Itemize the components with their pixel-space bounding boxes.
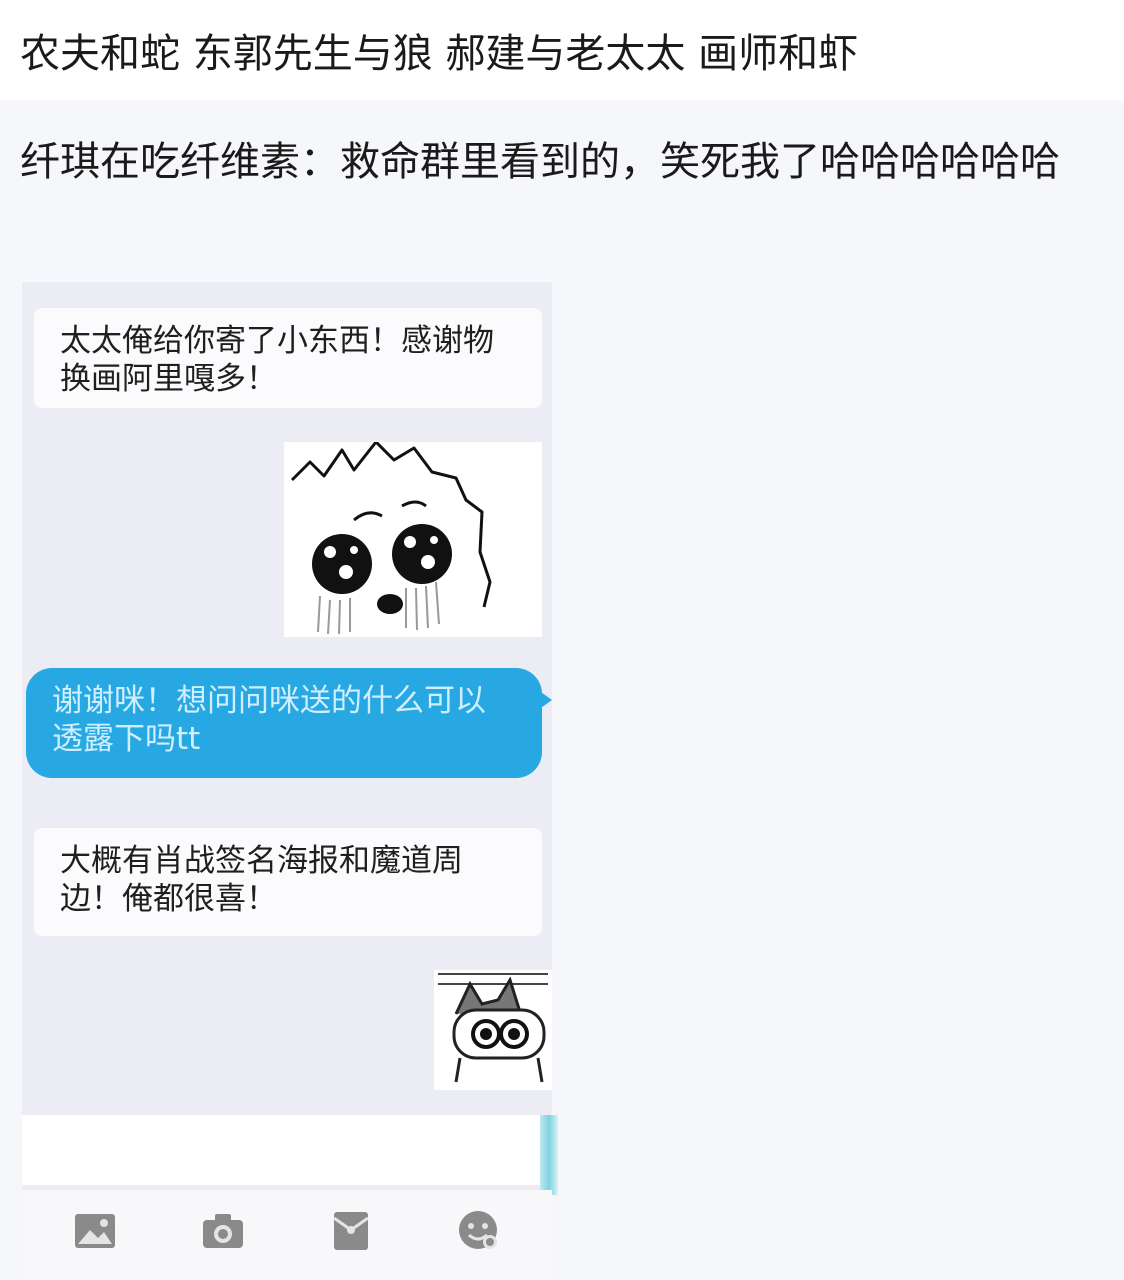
crying-dog-icon: [290, 440, 492, 635]
incoming-message-bubble: 大概有肖战签名海报和魔道周边！俺都很喜！: [34, 828, 542, 936]
crying-dog-sticker[interactable]: [284, 440, 542, 637]
screenshot-edge: [540, 1115, 558, 1195]
post-text: 纤琪在吃纤维素：救命群里看到的，笑死我了哈哈哈哈哈哈: [20, 139, 1060, 185]
message-input[interactable]: [22, 1115, 540, 1185]
title-bar: 农夫和蛇 东郭先生与狼 郝建与老太太 画师和虾: [0, 0, 1124, 100]
message-text: 太太俺给你寄了小东西！感谢物换画阿里嘎多！: [60, 323, 494, 397]
outgoing-message-bubble: 谢谢咪！想问问咪送的什么可以透露下吗tt: [26, 668, 552, 778]
incoming-message-bubble: 太太俺给你寄了小东西！感谢物换画阿里嘎多！: [34, 308, 542, 408]
red-envelope-icon[interactable]: [328, 1208, 374, 1254]
message-text: 大概有肖战签名海报和魔道周边！俺都很喜！: [60, 843, 463, 917]
chat-toolbar: [22, 1190, 552, 1280]
image-icon[interactable]: [72, 1208, 118, 1254]
peeking-cat-sticker[interactable]: [434, 970, 552, 1090]
message-text: 谢谢咪！想问问咪送的什么可以透露下吗tt: [52, 683, 486, 757]
post-title: 农夫和蛇 东郭先生与狼 郝建与老太太 画师和虾: [20, 31, 859, 77]
camera-icon[interactable]: [200, 1208, 246, 1254]
peeking-cat-icon: [438, 973, 548, 1083]
emoji-icon[interactable]: [456, 1208, 502, 1254]
